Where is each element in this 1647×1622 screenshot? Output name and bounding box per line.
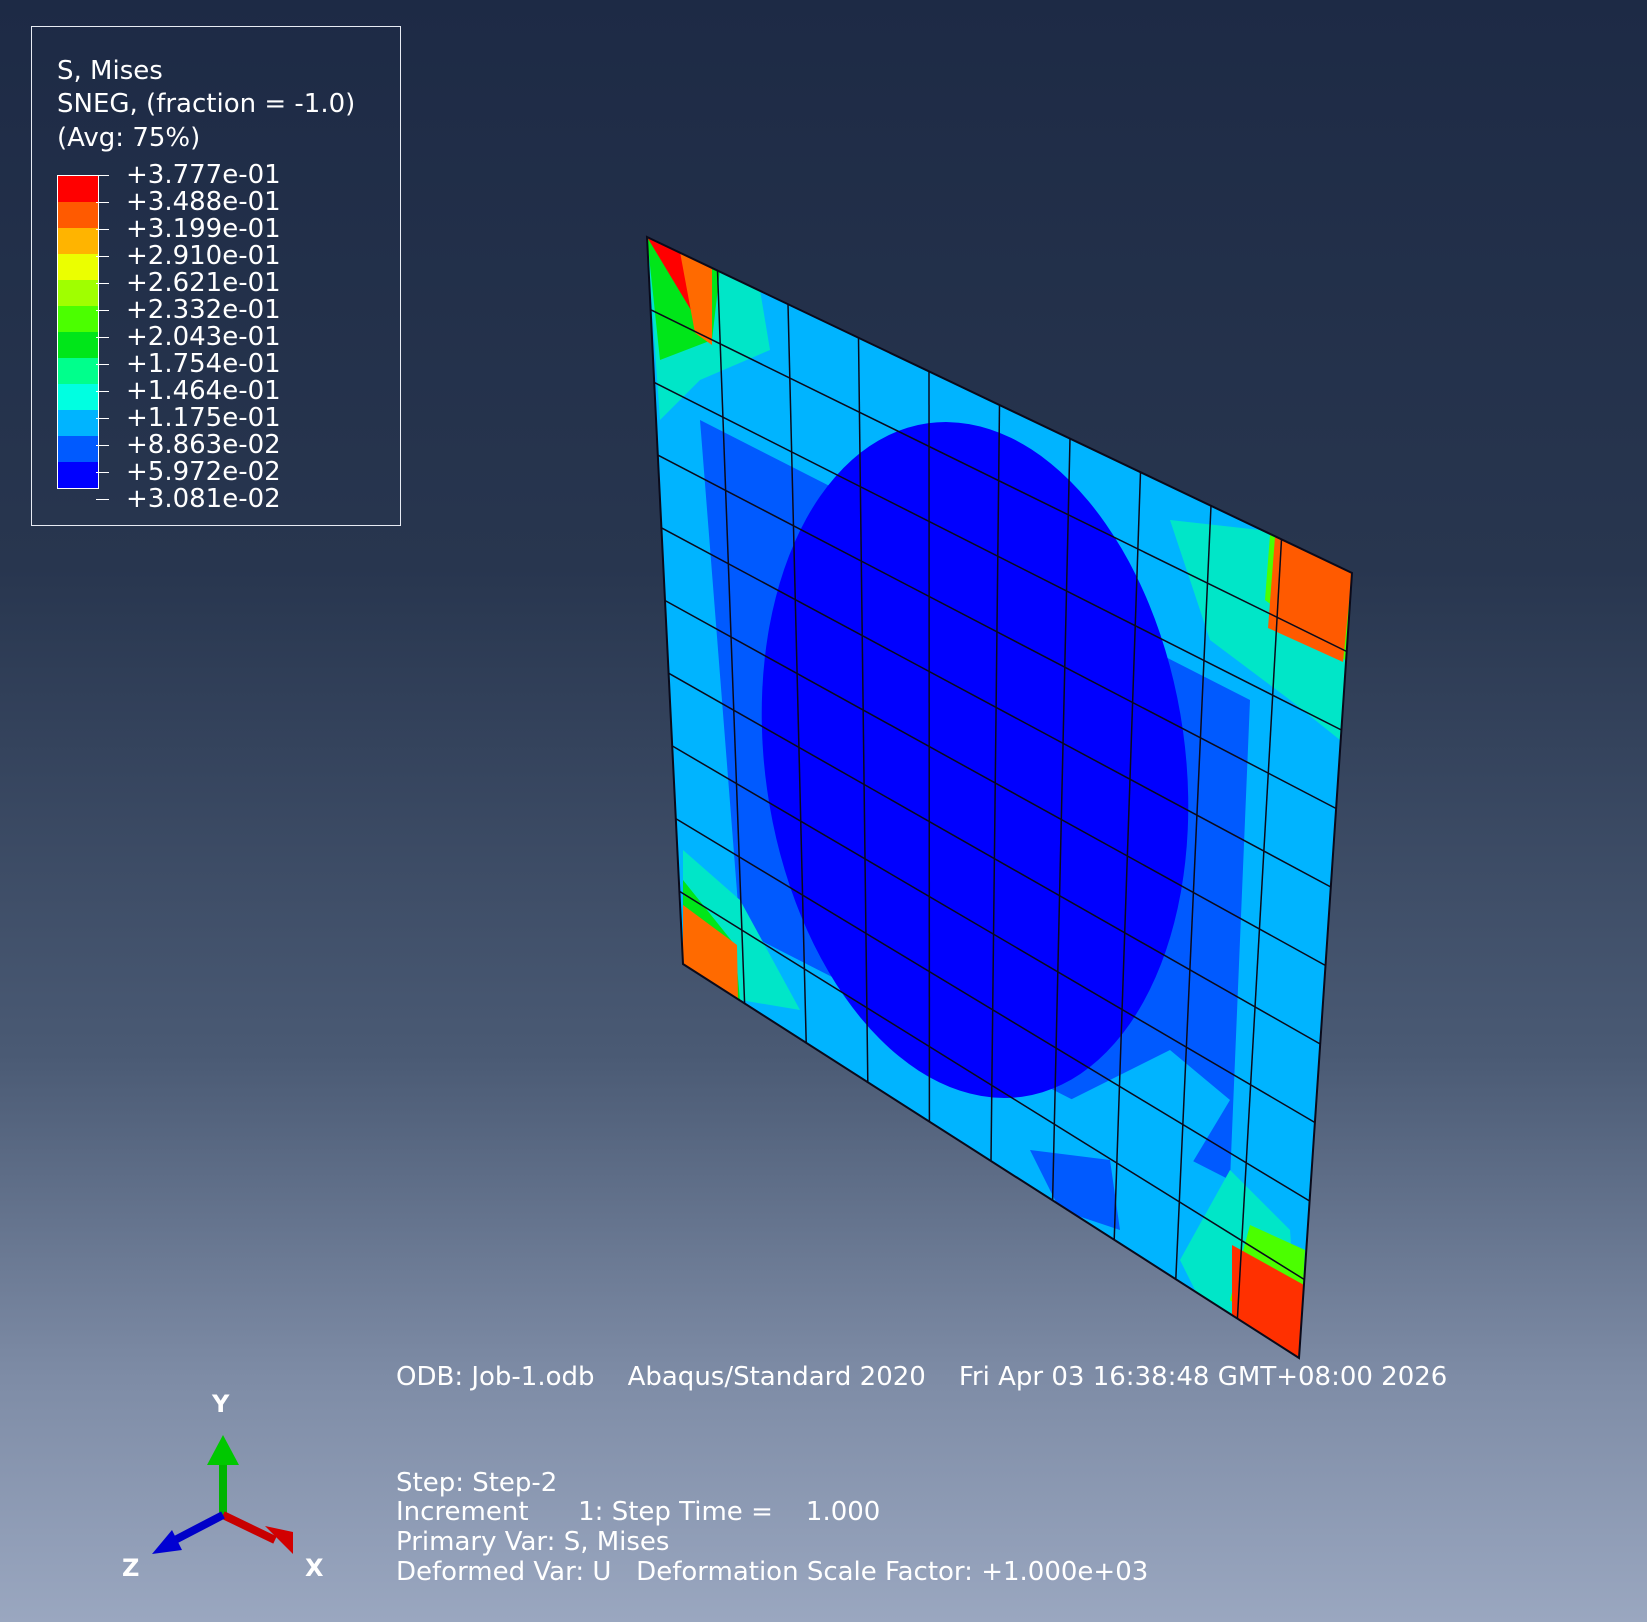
triad-x-label: X bbox=[305, 1554, 324, 1582]
increment-info: Increment 1: Step Time = 1.000 bbox=[396, 1497, 881, 1527]
deformed-var-info: Deformed Var: U Deformation Scale Factor… bbox=[396, 1557, 1149, 1587]
odb-info-line: ODB: Job-1.odb Abaqus/Standard 2020 Fri … bbox=[396, 1362, 1448, 1392]
triad-z-label: Z bbox=[122, 1554, 140, 1582]
primary-var-info: Primary Var: S, Mises bbox=[396, 1527, 670, 1557]
triad-y-label: Y bbox=[212, 1390, 230, 1418]
step-info: Step: Step-2 bbox=[396, 1468, 558, 1498]
